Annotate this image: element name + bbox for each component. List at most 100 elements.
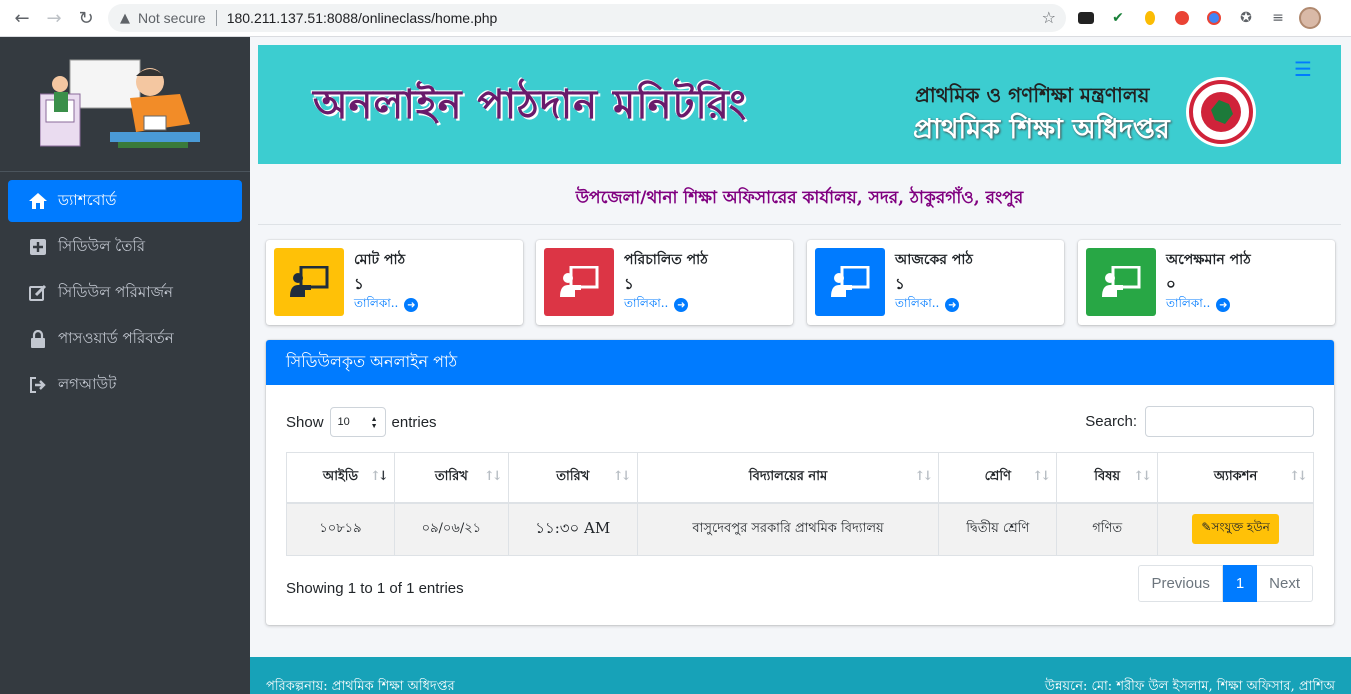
bookmark-star-icon[interactable]: ☆ (1042, 8, 1056, 27)
join-class-button[interactable]: ✎সংযুক্ত হউন (1192, 514, 1279, 545)
edit-icon (28, 283, 48, 303)
stat-list-link[interactable]: তালিকা.. ➜ (1166, 295, 1231, 315)
browser-toolbar: ← → ↻ ▲ Not secure 180.211.137.51:8088/o… (0, 0, 1351, 37)
sidebar-item-label: ড্যাশবোর্ড (58, 190, 117, 209)
sidebar-item-create-schedule[interactable]: সিডিউল তৈরি (8, 226, 242, 268)
footer-planning-credit: পরিকল্পনায়: প্রাথমিক শিক্ষা অধিদপ্তর (266, 679, 455, 694)
stat-card-total: মোট পাঠ ১ তালিকা.. ➜ (266, 240, 523, 325)
stat-list-link[interactable]: তালিকা.. ➜ (895, 295, 960, 315)
chalkboard-teacher-icon (544, 248, 614, 316)
sidebar-item-change-password[interactable]: পাসওয়ার্ড পরিবর্তন (8, 318, 242, 360)
stat-list-link[interactable]: তালিকা.. ➜ (624, 295, 689, 315)
chalkboard-teacher-icon (815, 248, 885, 316)
column-header-time[interactable]: তারিখ ↑↓ (507, 452, 638, 504)
stat-card-pending: অপেক্ষমান পাঠ ০ তালিকা.. ➜ (1078, 240, 1335, 325)
sidebar-item-dashboard[interactable]: ড্যাশবোর্ড (8, 180, 242, 222)
header-banner: অনলাইন পাঠদান মনিটরিং প্রাথমিক ও গণশিক্ষ… (258, 45, 1341, 164)
sort-desc-icon: ↑↓ (370, 469, 389, 484)
home-icon (28, 191, 48, 211)
scheduled-classes-card: সিডিউলকৃত অনলাইন পাঠ Show 10 ▲ ▼ entries … (266, 340, 1334, 625)
chalkboard-teacher-icon (274, 248, 344, 316)
chalkboard-teacher-icon (1086, 248, 1156, 316)
online-class-illustration-icon (40, 59, 200, 148)
page-length-select[interactable]: 10 ▲ ▼ (329, 407, 386, 437)
edit-icon: ✎ (1201, 520, 1212, 535)
avatar (1299, 7, 1321, 29)
column-header-id[interactable]: আইডি ↑↓ (286, 452, 395, 504)
column-header-school[interactable]: বিদ্যালয়ের নাম ↑↓ (636, 452, 940, 504)
search-input[interactable] (1145, 406, 1314, 437)
sidebar-item-logout[interactable]: লগআউট (8, 364, 242, 406)
page-length-value: 10 (337, 416, 350, 428)
stat-link-label: তালিকা.. (895, 296, 940, 310)
sidebar-item-label: পাসওয়ার্ড পরিবর্তন (58, 328, 174, 347)
extension-bulb-icon[interactable] (1138, 6, 1162, 30)
page-length-control: Show 10 ▲ ▼ entries (286, 407, 437, 437)
extension-record-icon[interactable] (1170, 6, 1194, 30)
stat-link-label: তালিকা.. (1166, 296, 1211, 310)
forward-arrow-icon[interactable]: → (38, 2, 70, 34)
next-page-button[interactable]: Next (1257, 565, 1313, 602)
stat-label: আজকের পাঠ (895, 252, 973, 268)
security-label: Not secure (138, 10, 206, 26)
reload-icon[interactable]: ↻ (70, 2, 102, 34)
sidebar-logo (0, 37, 250, 172)
table-info: Showing 1 to 1 of 1 entries (286, 580, 464, 597)
address-bar[interactable]: ▲ Not secure 180.211.137.51:8088/onlinec… (108, 4, 1066, 32)
sort-icon: ↑↓ (1133, 469, 1152, 484)
sidebar-menu: ড্যাশবোর্ড সিডিউল তৈরি সিডিউল পরিমার্জন … (0, 172, 250, 418)
office-title: উপজেলা/থানা শিক্ষা অফিসারের কার্যালয়, স… (258, 173, 1341, 225)
extension-check-icon[interactable]: ✔ (1106, 6, 1130, 30)
sign-out-icon (28, 375, 48, 395)
arrow-circle-right-icon: ➜ (945, 298, 960, 312)
table-row: ১০৮১৯ ০৯/০৬/২১ ১১:৩০ AM বাসুদেবপুর সরকার… (286, 502, 1314, 556)
hamburger-menu-icon[interactable]: ☰ (1294, 57, 1312, 81)
banner-title: অনলাইন পাঠদান মনিটরিং (313, 81, 748, 128)
previous-page-button[interactable]: Previous (1138, 565, 1223, 602)
cell-time: ১১:৩০ AM (507, 502, 638, 556)
column-header-class[interactable]: শ্রেণি ↑↓ (938, 452, 1058, 504)
puzzle-icon[interactable]: ✪ (1234, 6, 1258, 30)
stat-card-conducted: পরিচালিত পাঠ ১ তালিকা.. ➜ (536, 240, 793, 325)
sidebar-item-edit-schedule[interactable]: সিডিউল পরিমার্জন (8, 272, 242, 314)
sidebar-item-label: সিডিউল পরিমার্জন (58, 282, 173, 301)
profile-avatar[interactable] (1298, 6, 1322, 30)
sidebar-item-label: সিডিউল তৈরি (58, 236, 146, 255)
main-content: অনলাইন পাঠদান মনিটরিং প্রাথমিক ও গণশিক্ষ… (250, 37, 1351, 694)
cell-id: ১০৮১৯ (286, 502, 395, 556)
directorate-name: প্রাথমিক শিক্ষা অধিদপ্তর (913, 114, 1170, 145)
table-search: Search: (1085, 406, 1314, 437)
extensions-bar: ✔ ✪ ≡ (1074, 6, 1322, 30)
stat-link-label: তালিকা.. (354, 296, 399, 310)
search-label: Search: (1085, 413, 1137, 430)
schedule-table: আইডি ↑↓ তারিখ ↑↓ তারিখ ↑↓ বিদ্যালয়ের নাম ↑↓… (286, 452, 1314, 556)
back-arrow-icon[interactable]: ← (6, 2, 38, 34)
stat-link-label: তালিকা.. (624, 296, 669, 310)
sort-icon: ↑↓ (484, 469, 503, 484)
media-queue-icon[interactable]: ≡ (1266, 6, 1290, 30)
page-1-button[interactable]: 1 (1222, 565, 1258, 602)
cell-date: ০৯/০৬/২১ (393, 502, 509, 556)
stat-label: মোট পাঠ (354, 252, 406, 268)
extension-globe-icon[interactable] (1202, 6, 1226, 30)
table-header-row: আইডি ↑↓ তারিখ ↑↓ তারিখ ↑↓ বিদ্যালয়ের নাম ↑↓… (286, 452, 1314, 504)
plus-square-icon (28, 237, 48, 257)
omnibox-divider (215, 10, 217, 26)
column-header-action[interactable]: অ্যাকশন ↑↓ (1157, 452, 1314, 504)
stat-label: অপেক্ষমান পাঠ (1166, 252, 1251, 268)
stat-list-link[interactable]: তালিকা.. ➜ (354, 295, 419, 315)
warning-icon: ▲ (120, 10, 130, 26)
column-header-date[interactable]: তারিখ ↑↓ (393, 452, 509, 504)
card-title: সিডিউলকৃত অনলাইন পাঠ (266, 340, 1334, 385)
footer-developer-credit: উন্নয়নে: মো: শরীফ উল ইসলাম, শিক্ষা অফিস… (1044, 679, 1335, 694)
url-text[interactable]: 180.211.137.51:8088/onlineclass/home.php (227, 10, 498, 26)
show-label: Show (286, 413, 324, 431)
sort-icon: ↑↓ (1032, 469, 1051, 484)
cell-school: বাসুদেবপুর সরকারি প্রাথমিক বিদ্যালয় (636, 502, 940, 556)
lock-icon (28, 329, 48, 349)
sidebar: ড্যাশবোর্ড সিডিউল তৈরি সিডিউল পরিমার্জন … (0, 37, 250, 694)
cell-class: দ্বিতীয় শ্রেণি (938, 502, 1058, 556)
sort-icon: ↑↓ (914, 469, 934, 484)
extension-mask-icon[interactable] (1074, 6, 1098, 30)
column-header-subject[interactable]: বিষয় ↑↓ (1056, 452, 1159, 504)
